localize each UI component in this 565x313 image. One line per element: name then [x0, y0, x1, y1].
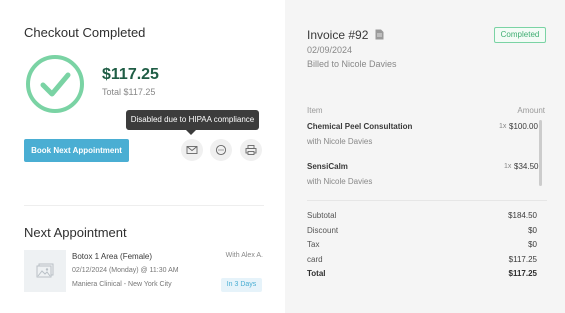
invoice-panel: Invoice #92 Completed 02/09/2024 Billed … — [285, 0, 565, 313]
line-item-provider: with Nicole Davies — [307, 137, 373, 146]
card-payment-label: card — [307, 255, 323, 264]
appointment-service: Botox 1 Area (Female) — [72, 252, 153, 261]
checkout-panel: Checkout Completed $117.25 Total $117.25… — [0, 0, 285, 313]
appointment-countdown-badge: In 3 Days — [221, 278, 262, 292]
appointment-provider: With Alex A. — [225, 252, 263, 259]
checkmark-icon — [26, 55, 84, 113]
billed-to: Billed to Nicole Davies — [307, 59, 397, 69]
line-item-price: $100.00 — [509, 122, 538, 131]
appointment-datetime: 02/12/2024 (Monday) @ 11:30 AM — [72, 267, 179, 274]
tax-value: $0 — [528, 240, 537, 249]
line-item-price: $34.50 — [514, 162, 539, 171]
summary-divider — [307, 200, 547, 201]
hipaa-tooltip: Disabled due to HIPAA compliance — [126, 110, 259, 130]
line-item-qty: 1x — [499, 123, 507, 130]
total-label: Total — [307, 269, 326, 278]
total-value: $117.25 — [508, 269, 537, 278]
sms-receipt-button[interactable] — [210, 139, 232, 161]
subtotal-value: $184.50 — [508, 211, 537, 220]
card-payment-value: $117.25 — [508, 255, 537, 264]
line-item-provider: with Nicole Davies — [307, 177, 373, 186]
chat-bubble-icon — [215, 144, 227, 156]
item-column-header: Item — [307, 106, 323, 115]
discount-value: $0 — [528, 226, 537, 235]
next-appointment-title: Next Appointment — [24, 225, 127, 240]
amount-column-header: Amount — [517, 106, 545, 115]
print-receipt-button[interactable] — [240, 139, 262, 161]
appointment-location: Maniera Clinical - New York City — [72, 281, 172, 288]
envelope-icon — [186, 146, 198, 154]
subtotal-label: Subtotal — [307, 211, 337, 220]
appointment-thumbnail — [24, 250, 66, 292]
tax-label: Tax — [307, 240, 320, 249]
line-item-qty: 1x — [504, 163, 512, 170]
invoice-status-badge: Completed — [494, 27, 546, 43]
checkout-title: Checkout Completed — [24, 25, 146, 40]
line-items-scrollbar[interactable] — [539, 120, 542, 186]
total-amount-label: Total $117.25 — [102, 87, 156, 97]
section-divider — [24, 205, 264, 206]
invoice-title: Invoice #92 — [307, 28, 369, 42]
paid-amount: $117.25 — [102, 66, 159, 83]
email-receipt-button[interactable] — [181, 139, 203, 161]
document-icon[interactable] — [375, 29, 384, 40]
printer-icon — [245, 145, 257, 155]
line-item-name: Chemical Peel Consultation — [307, 122, 413, 131]
checkout-modal: Checkout Completed $117.25 Total $117.25… — [0, 0, 565, 313]
discount-label: Discount — [307, 226, 339, 235]
invoice-date: 02/09/2024 — [307, 45, 353, 55]
tooltip-arrow — [186, 130, 196, 135]
book-next-appointment-button[interactable]: Book Next Appointment — [24, 139, 129, 162]
line-item-name: SensiCalm — [307, 162, 348, 171]
image-placeholder-icon — [36, 263, 54, 278]
